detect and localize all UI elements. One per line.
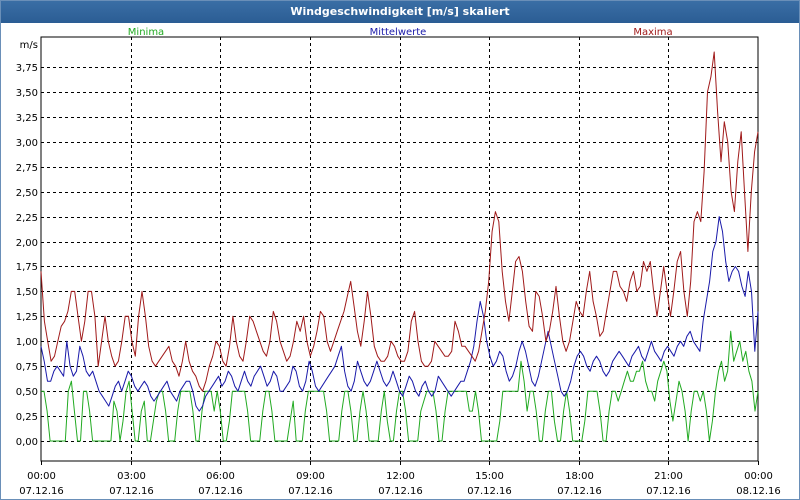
x-tick-date: 08.12.16	[736, 486, 781, 497]
x-tick-time: 15:00	[475, 471, 504, 482]
y-tick-label: 3,25	[16, 113, 38, 124]
legend-item: Mittelwerte	[370, 27, 427, 38]
y-axis-label: m/s	[20, 40, 38, 51]
x-tick-time: 00:00	[27, 471, 56, 482]
y-tick-label: 0,50	[16, 387, 38, 398]
x-tick-date: 07.12.16	[288, 486, 333, 497]
y-tick-label: 1,50	[16, 287, 38, 298]
plot-area	[40, 36, 759, 462]
x-tick-date: 07.12.16	[557, 486, 602, 497]
y-tick-label: 2,00	[16, 238, 38, 249]
y-tick-label: 1,00	[16, 337, 38, 348]
y-tick-label: 3,50	[16, 88, 38, 99]
x-tick-time: 00:00	[744, 471, 773, 482]
x-tick-date: 07.12.16	[109, 486, 154, 497]
y-tick-label: 0,25	[16, 412, 38, 423]
x-tick-time: 18:00	[565, 471, 594, 482]
x-tick-date: 07.12.16	[378, 486, 423, 497]
y-tick-label: 2,25	[16, 213, 38, 224]
x-tick-time: 09:00	[296, 471, 325, 482]
legend-item: Maxima	[633, 27, 672, 38]
chart-window: Windgeschwindigkeit [m/s] skaliert 0,00 0…	[0, 0, 800, 500]
x-tick-date: 07.12.16	[467, 486, 512, 497]
y-tick-label: 1,75	[16, 262, 38, 273]
x-tick-date: 07.12.16	[198, 486, 243, 497]
y-tick-label: 0,75	[16, 362, 38, 373]
x-tick-time: 12:00	[386, 471, 415, 482]
x-tick-time: 03:00	[117, 471, 146, 482]
y-tick-label: 2,50	[16, 188, 38, 199]
y-tick-label: 2,75	[16, 163, 38, 174]
y-tick-label: 1,25	[16, 312, 38, 323]
y-tick-label: 3,75	[16, 63, 38, 74]
x-tick-date: 07.12.16	[19, 486, 64, 497]
legend-item: Minima	[128, 27, 164, 38]
x-tick-date: 07.12.16	[646, 486, 691, 497]
window-title: Windgeschwindigkeit [m/s] skaliert	[1, 1, 799, 23]
chart-svg: 0,00 0,25 0,50 0,75 1,00 1,25 1,50 1,75 2,00 2,25…	[16, 27, 781, 497]
x-tick-time: 06:00	[206, 471, 235, 482]
y-tick-label: 0,00	[16, 437, 38, 448]
y-tick-label: 3,00	[16, 138, 38, 149]
x-tick-time: 21:00	[654, 471, 683, 482]
